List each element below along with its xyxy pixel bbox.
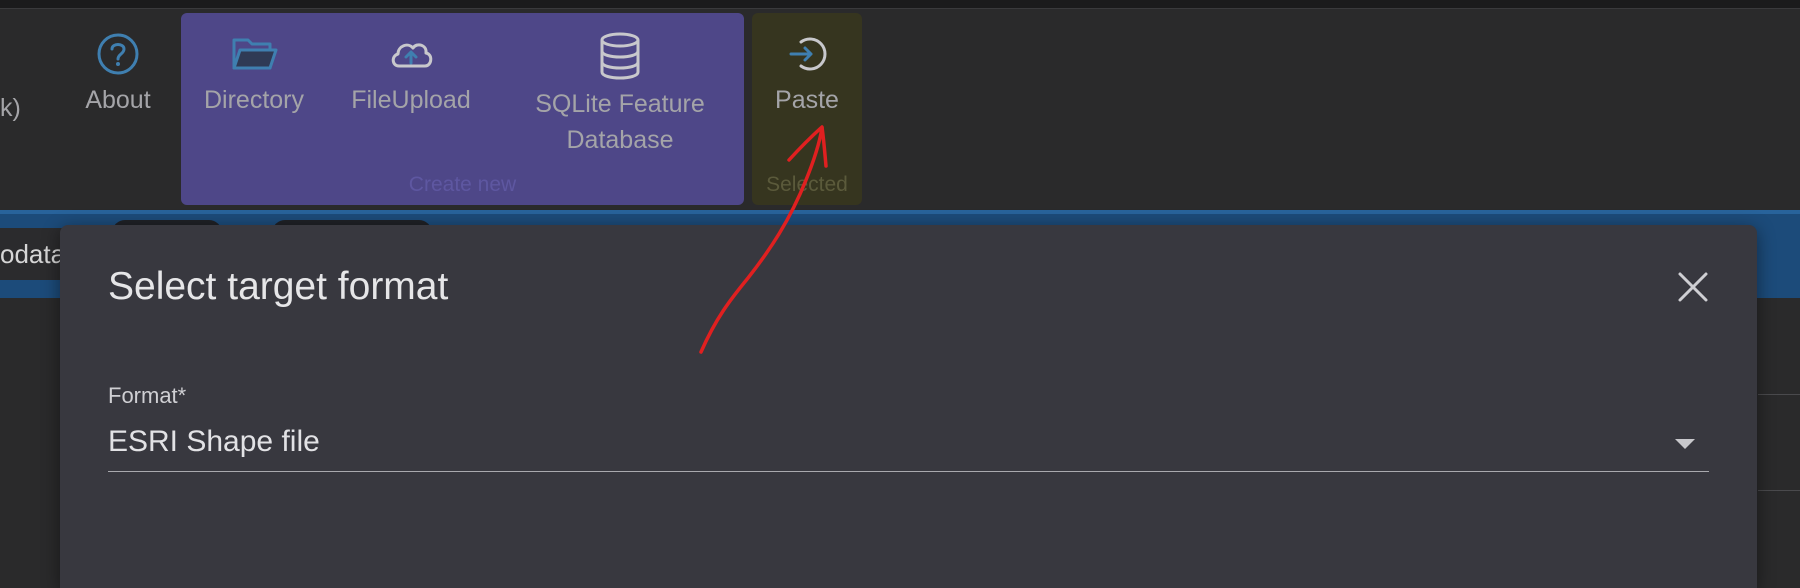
database-icon: [600, 32, 640, 80]
directory-label: Directory: [203, 86, 304, 114]
selected-group-label: Selected: [766, 173, 848, 196]
tab-bar-highlight: [0, 210, 1800, 214]
paste-arrow-icon: [789, 37, 827, 71]
dialog-title: Select target format: [108, 265, 449, 308]
close-button[interactable]: [1676, 270, 1710, 304]
toolbar-partial-item[interactable]: k): [0, 90, 30, 126]
sqlite-label-line2: Database: [566, 126, 674, 154]
sqlite-label-line1: SQLite Feature: [535, 90, 705, 118]
format-field-label: Format*: [108, 383, 187, 408]
paste-button[interactable]: Paste: [766, 32, 848, 118]
about-button[interactable]: About: [78, 32, 158, 118]
sqlite-database-button[interactable]: SQLite Feature Database: [520, 32, 720, 158]
select-format-dialog: Select target format Format* ESRI Shape …: [60, 225, 1757, 588]
about-label: About: [85, 86, 151, 114]
chevron-down-icon: [1675, 439, 1695, 449]
tab-partial-label: odata: [0, 239, 66, 269]
folder-icon: [232, 38, 278, 70]
cloud-upload-icon: [391, 43, 433, 68]
paste-label: Paste: [775, 86, 839, 114]
file-upload-label: FileUpload: [351, 86, 471, 114]
close-icon: [1678, 272, 1708, 302]
content-divider-2: [1758, 490, 1800, 491]
file-upload-button[interactable]: FileUpload: [346, 32, 476, 118]
create-new-group-label: Create new: [408, 173, 517, 196]
directory-button[interactable]: Directory: [197, 32, 311, 118]
window-top-edge: [0, 0, 1800, 9]
help-icon: [97, 33, 139, 75]
content-divider-1: [1758, 394, 1800, 395]
tab-partial[interactable]: odata: [0, 228, 66, 280]
format-select-value: ESRI Shape file: [108, 425, 320, 458]
format-select[interactable]: ESRI Shape file: [108, 421, 1709, 472]
toolbar-partial-label: k): [0, 94, 21, 122]
